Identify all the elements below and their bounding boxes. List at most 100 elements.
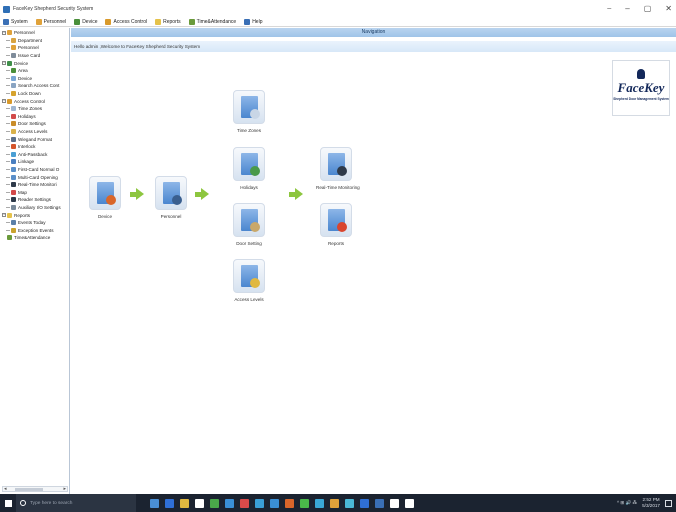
tree-item-auxiliary-i-o-settings[interactable]: Auxiliary I/O Settings bbox=[0, 204, 69, 212]
tree-item-lock-down[interactable]: Lock Down bbox=[0, 90, 69, 98]
taskbar-app-icon[interactable] bbox=[225, 498, 234, 508]
horizontal-scrollbar[interactable]: ◂ ▸ bbox=[2, 486, 68, 492]
tray-icons[interactable]: ^ ⊞ 🔊 ⁂ bbox=[617, 500, 637, 506]
tree-connector bbox=[6, 146, 10, 148]
tree-item-door-settings[interactable]: Door Settings bbox=[0, 120, 69, 128]
taskbar-app-icon[interactable] bbox=[165, 498, 174, 508]
access-levels-icon bbox=[11, 129, 16, 135]
pin-button[interactable]: ⎯ bbox=[607, 4, 611, 14]
anti-passback-icon bbox=[11, 151, 16, 157]
tree-item-real-time-monitori[interactable]: Real-Time Monitori bbox=[0, 181, 69, 189]
collapse-icon[interactable]: − bbox=[2, 99, 6, 104]
taskbar-app-icon[interactable] bbox=[330, 498, 339, 508]
nav-time-zones[interactable]: Time Zones bbox=[229, 90, 269, 133]
taskbar-app-icon[interactable] bbox=[345, 498, 354, 508]
maximize-button[interactable]: ▢ bbox=[644, 4, 652, 14]
close-button[interactable]: ✕ bbox=[665, 4, 672, 14]
tree-item-label: Holidays bbox=[18, 113, 36, 119]
windows-icon bbox=[4, 499, 12, 507]
menu-device[interactable]: Device bbox=[74, 19, 97, 25]
taskbar-app-icon[interactable] bbox=[300, 498, 309, 508]
tree-item-events-today[interactable]: Events Today bbox=[0, 219, 69, 227]
taskbar-app-icon[interactable] bbox=[240, 498, 249, 508]
tree-item-holidays[interactable]: Holidays bbox=[0, 113, 69, 121]
tree-item-label: Interlock bbox=[18, 144, 36, 150]
menu-time-attendance[interactable]: Time&Attendance bbox=[188, 19, 236, 25]
device-icon bbox=[7, 60, 12, 66]
nav-reports[interactable]: Reports bbox=[316, 203, 356, 246]
nav-door-setting[interactable]: Door Setting bbox=[229, 203, 269, 246]
tree-item-time-zones[interactable]: Time Zones bbox=[0, 105, 69, 113]
tree-item-reader-settings[interactable]: Reader Settings bbox=[0, 196, 69, 204]
nav-access-levels[interactable]: Access Levels bbox=[229, 259, 269, 302]
taskbar-app-icon[interactable] bbox=[180, 498, 189, 508]
tree-item-personnel[interactable]: Personnel bbox=[0, 44, 69, 52]
facekey-logo: FaceKey Shepherd Door Management System bbox=[612, 60, 670, 116]
menu-label: System bbox=[11, 19, 28, 25]
collapse-icon[interactable]: − bbox=[2, 30, 6, 35]
tree-item-label: Linkage bbox=[18, 159, 35, 165]
menu-label: Access Control bbox=[113, 19, 148, 25]
taskbar-app-icon[interactable] bbox=[405, 498, 414, 508]
collapse-icon[interactable]: − bbox=[2, 61, 6, 66]
taskbar-app-icon[interactable] bbox=[270, 498, 279, 508]
nav-holidays[interactable]: Holidays bbox=[229, 147, 269, 190]
card-icon bbox=[11, 53, 16, 59]
tree-item-area[interactable]: Area bbox=[0, 67, 69, 75]
menu-reports[interactable]: Reports bbox=[155, 19, 181, 25]
taskbar-app-icon[interactable] bbox=[150, 498, 159, 508]
taskbar-app-icon[interactable] bbox=[360, 498, 369, 508]
nav-device[interactable]: Device bbox=[85, 176, 125, 219]
taskbar-app-icon[interactable] bbox=[210, 498, 219, 508]
tree-item-access-levels[interactable]: Access Levels bbox=[0, 128, 69, 136]
scrollbar-thumb[interactable] bbox=[15, 488, 43, 491]
flow-arrow-icon bbox=[130, 188, 144, 200]
tree-item-anti-passback[interactable]: Anti-Passback bbox=[0, 151, 69, 159]
menu-personnel[interactable]: Personnel bbox=[35, 19, 66, 25]
tree-item-multi-card-opening[interactable]: Multi-Card Opening bbox=[0, 173, 69, 181]
nav-personnel[interactable]: Personnel bbox=[151, 176, 191, 219]
tree-connector bbox=[6, 199, 10, 201]
menu-system[interactable]: System bbox=[3, 19, 28, 25]
logo-mark-icon bbox=[637, 69, 645, 79]
taskbar-app-icon[interactable] bbox=[390, 498, 399, 508]
tree-item-map[interactable]: Map bbox=[0, 188, 69, 196]
tree-item-device[interactable]: − Device bbox=[0, 59, 69, 67]
menu-time-attendance-icon bbox=[188, 19, 195, 25]
menu-access-control[interactable]: Access Control bbox=[105, 19, 147, 25]
taskbar-app-icon[interactable] bbox=[255, 498, 264, 508]
taskbar-app-icon[interactable] bbox=[375, 498, 384, 508]
notification-icon[interactable] bbox=[665, 499, 672, 507]
window-controls: ⎯ – ▢ ✕ bbox=[607, 4, 672, 14]
tree-item-access-control[interactable]: − Access Control bbox=[0, 97, 69, 105]
minimize-button[interactable]: – bbox=[625, 4, 629, 14]
tree-item-time-attendance[interactable]: Time&Attendance bbox=[0, 234, 69, 242]
menu-help[interactable]: Help bbox=[244, 19, 262, 25]
door-setting-nav-icon bbox=[233, 203, 265, 237]
scroll-left-icon[interactable]: ◂ bbox=[4, 486, 7, 492]
tree-item-issue-card[interactable]: Issue Card bbox=[0, 52, 69, 60]
department-icon bbox=[11, 37, 16, 43]
tree-item-label: Map bbox=[18, 189, 27, 195]
collapse-icon[interactable]: − bbox=[2, 213, 6, 218]
taskbar-app-icon[interactable] bbox=[315, 498, 324, 508]
tree-item-interlock[interactable]: Interlock bbox=[0, 143, 69, 151]
tree-item-linkage[interactable]: Linkage bbox=[0, 158, 69, 166]
tree-item-department[interactable]: Department bbox=[0, 37, 69, 45]
tree-item-label: First-Card Normal O bbox=[18, 166, 60, 172]
tree-item-exception-events[interactable]: Exception Events bbox=[0, 226, 69, 234]
tree-item-first-card-normal-o[interactable]: First-Card Normal O bbox=[0, 166, 69, 174]
taskbar-search[interactable]: Type here to search bbox=[16, 494, 136, 512]
clock[interactable]: 2:52 PM 5/3/2017 bbox=[642, 497, 660, 509]
nav-realtime-monitoring[interactable]: Real-Time Monitoring bbox=[316, 147, 360, 190]
taskbar-app-icon[interactable] bbox=[285, 498, 294, 508]
tree-item-device[interactable]: Device bbox=[0, 75, 69, 83]
navigation-header: Navigation bbox=[71, 28, 676, 37]
tree-item-wiegand-format[interactable]: Wiegand Format bbox=[0, 135, 69, 143]
start-button[interactable] bbox=[0, 494, 16, 512]
scroll-right-icon[interactable]: ▸ bbox=[63, 486, 66, 492]
tree-item-reports[interactable]: − Reports bbox=[0, 211, 69, 219]
taskbar-app-icon[interactable] bbox=[195, 498, 204, 508]
tree-item-search-access-cont[interactable]: Search Access Cont bbox=[0, 82, 69, 90]
tree-item-personnel[interactable]: − Personnel bbox=[0, 29, 69, 37]
